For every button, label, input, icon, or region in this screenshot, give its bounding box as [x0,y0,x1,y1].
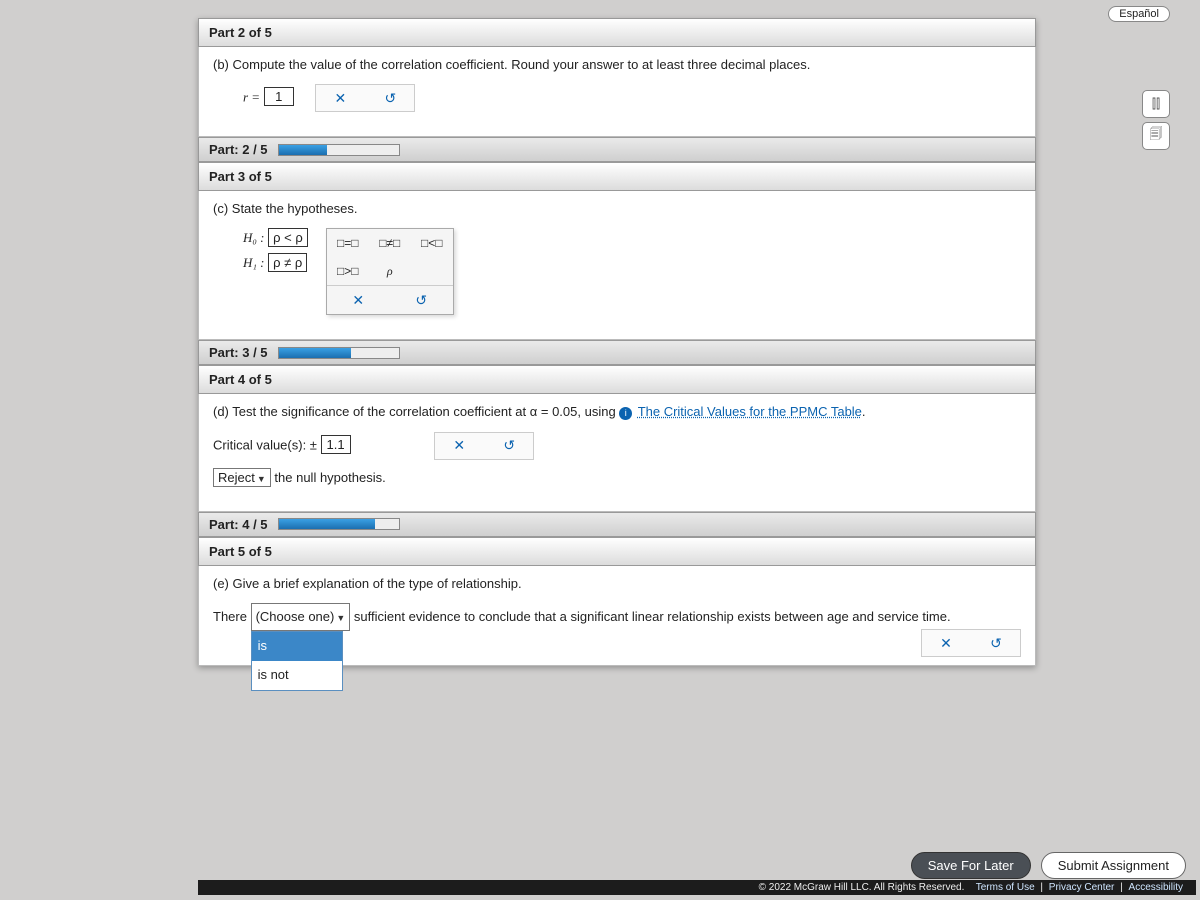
part3-prompt: (c) State the hypotheses. [213,201,1021,216]
language-button[interactable]: Español [1108,6,1170,22]
crit-input[interactable]: 1.1 [321,435,351,454]
reset-icon[interactable]: ↺ [986,633,1006,653]
tile-eq[interactable]: □=□ [327,229,369,257]
h1-label: H₁ : [243,255,265,270]
part3-body: (c) State the hypotheses. H₀ : ρ < ρ H₁ … [198,191,1036,340]
progress-3-bar [278,347,400,359]
part5-body: (e) Give a brief explanation of the type… [198,566,1036,667]
progress-2-bar [278,144,400,156]
part5-prompt: (e) Give a brief explanation of the type… [213,576,1021,591]
choose-select[interactable]: (Choose one)▼ [251,603,351,632]
side-tool-b[interactable]: 🗐 [1142,122,1170,150]
h0-label: H₀ : [243,230,265,245]
option-is-not[interactable]: is not [252,661,342,690]
h1-input[interactable]: ρ ≠ ρ [268,253,307,272]
part4-body: (d) Test the significance of the correla… [198,394,1036,512]
accessibility-link[interactable]: Accessibility [1129,882,1183,893]
decision-after: the null hypothesis. [274,470,385,485]
progress-4-label: Part: 4 / 5 [209,517,268,532]
part2-body: (b) Compute the value of the correlation… [198,47,1036,137]
terms-link[interactable]: Terms of Use [976,882,1035,893]
h0-input[interactable]: ρ < ρ [268,228,308,247]
progress-3: Part: 3 / 5 [198,340,1036,365]
save-button[interactable]: Save For Later [911,852,1031,879]
option-is[interactable]: is [252,632,342,661]
clear-icon[interactable]: ✕ [330,88,350,108]
submit-button[interactable]: Submit Assignment [1041,852,1186,879]
privacy-link[interactable]: Privacy Center [1049,882,1115,893]
progress-2: Part: 2 / 5 [198,137,1036,162]
tile-rho[interactable]: ρ [369,257,411,285]
part4-prompt: (d) Test the significance of the correla… [213,404,1021,420]
progress-2-label: Part: 2 / 5 [209,142,268,157]
tile-lt[interactable]: □<□ [411,229,453,257]
r-input[interactable]: 1 [264,87,294,106]
sentence-pre: There [213,609,251,624]
decision-select[interactable]: Reject▼ [213,468,271,487]
tile-ne[interactable]: □≠□ [369,229,411,257]
r-label: r = [243,89,260,104]
part2-prompt: (b) Compute the value of the correlation… [213,57,1021,72]
info-icon[interactable]: i [619,407,632,420]
clear-icon[interactable]: ✕ [348,290,368,310]
reset-icon[interactable]: ↺ [380,88,400,108]
reset-icon[interactable]: ↺ [499,436,519,456]
progress-3-label: Part: 3 / 5 [209,345,268,360]
part2-header: Part 2 of 5 [198,18,1036,47]
ppmc-link[interactable]: The Critical Values for the PPMC Table [638,404,862,419]
part5-header: Part 5 of 5 [198,537,1036,566]
side-tool-a[interactable]: ⫿⫿ [1142,90,1170,118]
progress-4: Part: 4 / 5 [198,512,1036,537]
crit-label: Critical value(s): ± [213,437,317,452]
copyright: © 2022 McGraw Hill LLC. All Rights Reser… [198,880,1196,895]
reset-icon[interactable]: ↺ [411,290,431,310]
part4-header: Part 4 of 5 [198,365,1036,394]
progress-4-bar [278,518,400,530]
clear-icon[interactable]: ✕ [936,633,956,653]
part3-header: Part 3 of 5 [198,162,1036,191]
sentence-post: sufficient evidence to conclude that a s… [354,609,951,624]
tile-gt[interactable]: □>□ [327,257,369,285]
symbol-palette: □=□ □≠□ □<□ □>□ ρ ✕ ↺ [326,228,454,315]
choose-menu: is is not [251,631,343,690]
clear-icon[interactable]: ✕ [449,436,469,456]
